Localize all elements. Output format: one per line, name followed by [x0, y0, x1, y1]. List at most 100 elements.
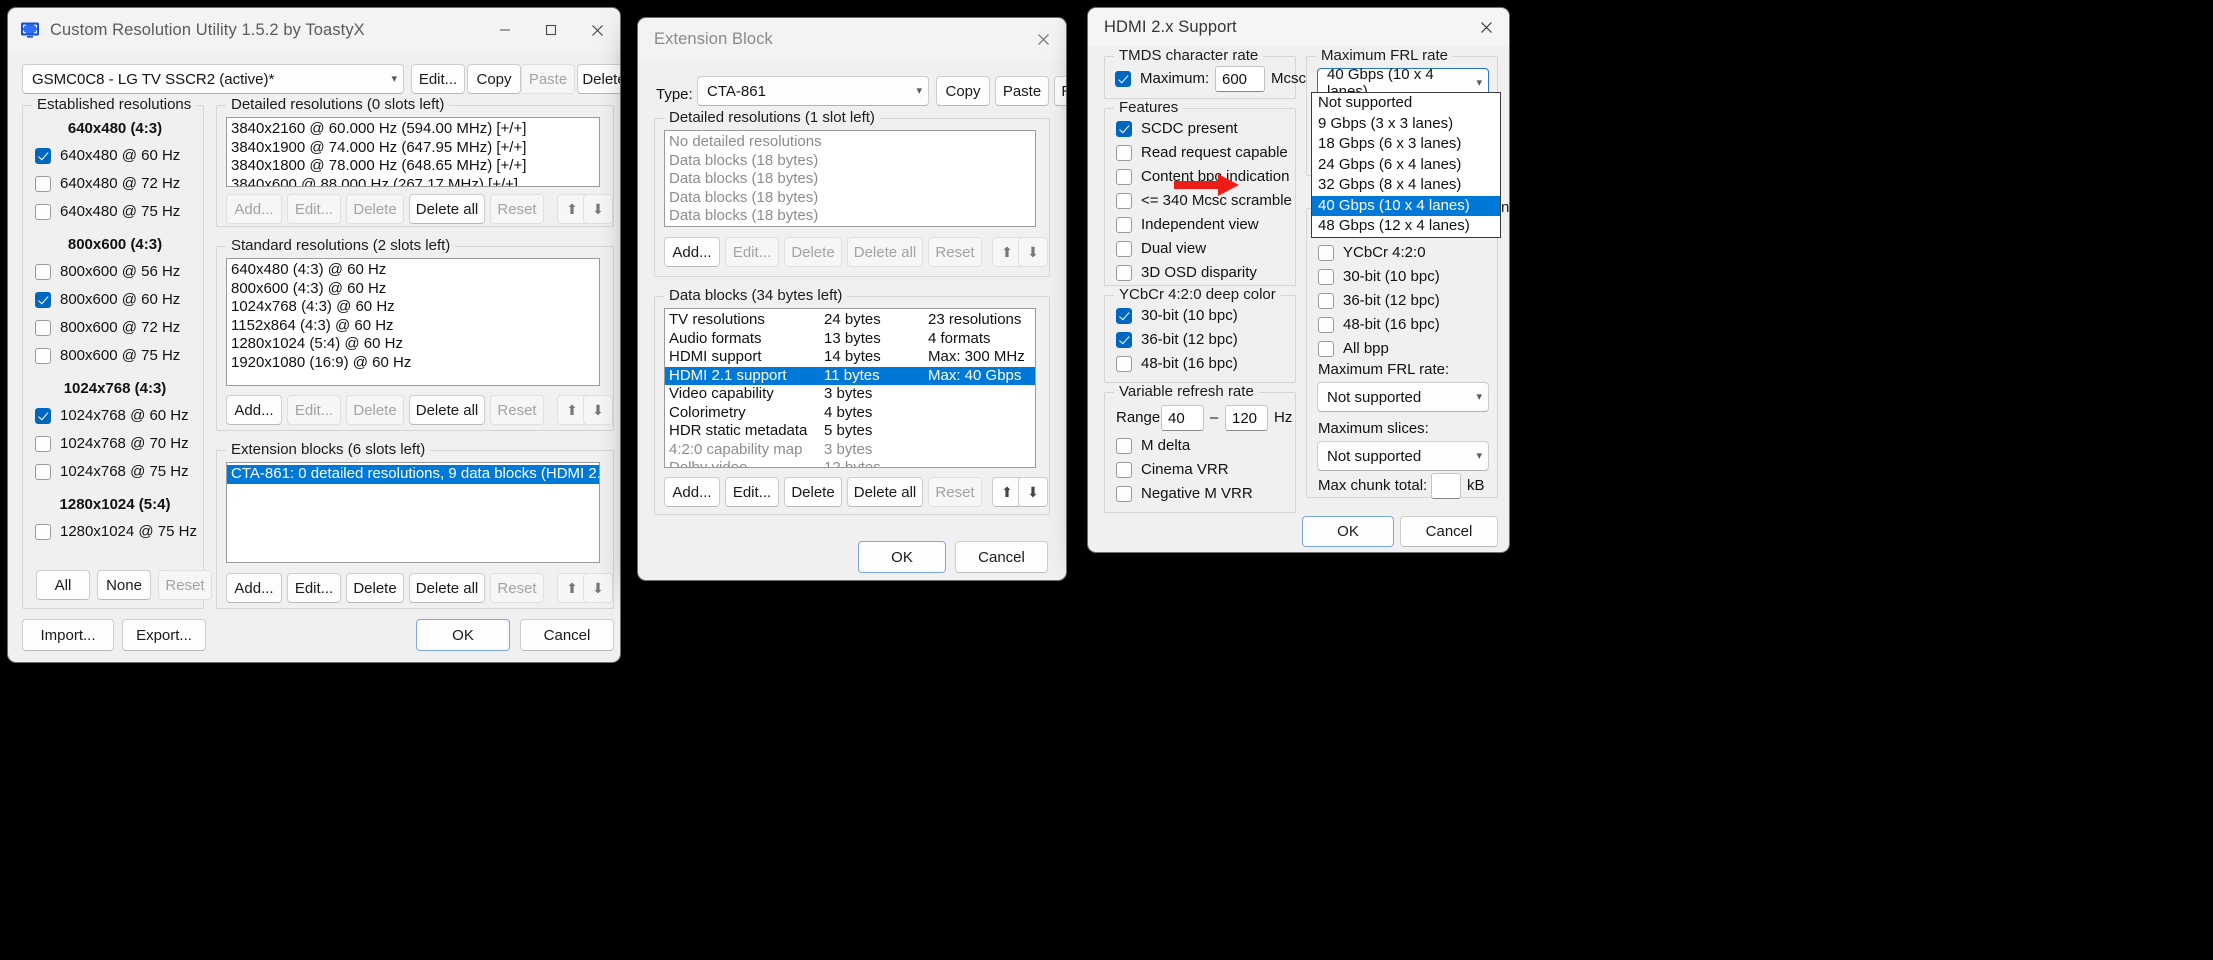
extblock-detailed-row[interactable]: Data blocks (18 bytes) [665, 170, 1035, 189]
frl-dropdown-option[interactable]: 32 Gbps (8 x 4 lanes) [1312, 175, 1500, 196]
datablock-add-button[interactable]: Add... [664, 477, 720, 507]
close-icon[interactable] [574, 8, 620, 52]
datablock-row[interactable]: Colorimetry 4 bytes [665, 404, 1035, 423]
ok-button[interactable]: OK [416, 619, 510, 651]
cru-titlebar[interactable]: Custom Resolution Utility 1.5.2 by Toast… [8, 8, 620, 52]
extblock-detailed-edit-button[interactable]: Edit... [725, 237, 779, 267]
frl-dropdown-option[interactable]: 9 Gbps (3 x 3 lanes) [1312, 114, 1500, 135]
feature-checkbox[interactable]: SCDC present [1116, 120, 1292, 137]
extblock-datablocks-list[interactable]: TV resolutions 24 bytes 23 resolutions Audi… [664, 308, 1036, 468]
datablock-delete-all-button[interactable]: Delete all [847, 477, 923, 507]
close-icon[interactable] [1020, 18, 1066, 60]
datablock-row[interactable]: Audio formats 13 bytes 4 formats [665, 330, 1035, 349]
none-button[interactable]: None [97, 570, 151, 600]
edit-button[interactable]: Edit... [411, 64, 465, 94]
ycbcr-checkbox[interactable]: 30-bit (10 bpc) [1116, 307, 1238, 324]
extension-edit-button[interactable]: Edit... [287, 573, 341, 603]
dsc-checkbox[interactable]: 48-bit (16 bpc) [1318, 316, 1440, 333]
vrr-range-min-input[interactable]: 40 [1161, 405, 1204, 431]
vrr-range-max-input[interactable]: 120 [1225, 405, 1268, 431]
feature-checkbox[interactable]: 3D OSD disparity [1116, 264, 1292, 281]
reset-button[interactable]: Reset [158, 570, 212, 600]
standard-add-button[interactable]: Add... [226, 395, 282, 425]
dsc-checkbox[interactable]: 36-bit (12 bpc) [1318, 292, 1440, 309]
dsc-max-chunk-input[interactable] [1431, 473, 1461, 499]
extblock-paste-button[interactable]: Paste [995, 76, 1049, 106]
frl-dropdown-option[interactable]: 18 Gbps (6 x 3 lanes) [1312, 134, 1500, 155]
established-checkbox[interactable]: 800x600 @ 75 Hz [35, 347, 197, 364]
established-checkbox[interactable]: 640x480 @ 72 Hz [35, 175, 197, 192]
extension-delete-button[interactable]: Delete [346, 573, 404, 603]
datablock-row[interactable]: Video capability 3 bytes [665, 385, 1035, 404]
maximize-icon[interactable] [528, 8, 574, 52]
vrr-checkbox[interactable]: Cinema VRR [1116, 461, 1253, 478]
hdmi-ok-button[interactable]: OK [1302, 516, 1394, 547]
established-checkbox[interactable]: 1024x768 @ 60 Hz [35, 407, 197, 424]
detailed-reset-button[interactable]: Reset [490, 194, 544, 224]
monitor-select[interactable]: GSMC0C8 - LG TV SSCR2 (active)* ▾ [22, 64, 404, 94]
delete-button[interactable]: Delete [577, 64, 620, 94]
extblock-detailed-delete-button[interactable]: Delete [784, 237, 842, 267]
standard-resolution-row[interactable]: 1024x768 (4:3) @ 60 Hz [227, 298, 599, 317]
datablock-delete-button[interactable]: Delete [784, 477, 842, 507]
tmds-maximum-checkbox[interactable]: Maximum: [1115, 70, 1209, 87]
datablock-reset-button[interactable]: Reset [928, 477, 982, 507]
datablock-row[interactable]: HDR static metadata 5 bytes [665, 422, 1035, 441]
datablock-row[interactable]: 4:2:0 capability map 3 bytes [665, 441, 1035, 460]
extblock-detailed-add-button[interactable]: Add... [664, 237, 720, 267]
frl-dropdown-option[interactable]: 40 Gbps (10 x 4 lanes) [1312, 195, 1500, 216]
dsc-max-frl-select[interactable]: Not supported ▾ [1317, 382, 1489, 412]
detailed-delete-all-button[interactable]: Delete all [409, 194, 485, 224]
arrow-down-icon[interactable]: ⬇ [1018, 477, 1048, 507]
arrow-down-icon[interactable]: ⬇ [583, 194, 613, 224]
datablock-row[interactable]: HDMI 2.1 support 11 bytes Max: 40 Gbps [665, 366, 1035, 385]
export-button[interactable]: Export... [122, 619, 206, 651]
extblock-detailed-delete-all-button[interactable]: Delete all [847, 237, 923, 267]
standard-resolution-row[interactable]: 800x600 (4:3) @ 60 Hz [227, 280, 599, 299]
established-checkbox[interactable]: 800x600 @ 72 Hz [35, 319, 197, 336]
standard-reset-button[interactable]: Reset [490, 395, 544, 425]
datablock-edit-button[interactable]: Edit... [725, 477, 779, 507]
copy-button[interactable]: Copy [467, 64, 521, 94]
ycbcr-checkbox[interactable]: 48-bit (16 bpc) [1116, 355, 1238, 372]
extblock-copy-button[interactable]: Copy [936, 76, 990, 106]
tmds-maximum-input[interactable]: 600 [1215, 66, 1265, 92]
extblock-titlebar[interactable]: Extension Block [638, 18, 1066, 60]
minimize-icon[interactable] [482, 8, 528, 52]
detailed-edit-button[interactable]: Edit... [287, 194, 341, 224]
hdmi-cancel-button[interactable]: Cancel [1400, 516, 1498, 547]
hdmi-titlebar[interactable]: HDMI 2.x Support [1088, 8, 1509, 46]
detailed-resolution-row[interactable]: 3840x600 @ 88.000 Hz (267.17 MHz) [+/+] [227, 176, 599, 187]
established-checkbox[interactable]: 1280x1024 @ 75 Hz [35, 523, 197, 540]
detailed-resolution-row[interactable]: 3840x1900 @ 74.000 Hz (647.95 MHz) [+/+] [227, 139, 599, 158]
datablock-row[interactable]: TV resolutions 24 bytes 23 resolutions [665, 311, 1035, 330]
type-select[interactable]: CTA-861 ▾ [697, 76, 929, 106]
frl-dropdown-option[interactable]: 24 Gbps (6 x 4 lanes) [1312, 155, 1500, 176]
standard-resolution-row[interactable]: 1280x1024 (5:4) @ 60 Hz [227, 335, 599, 354]
standard-resolution-row[interactable]: 640x480 (4:3) @ 60 Hz [227, 261, 599, 280]
detailed-resolution-row[interactable]: 3840x2160 @ 60.000 Hz (594.00 MHz) [+/+] [227, 120, 599, 139]
extblock-detailed-row[interactable]: Data blocks (18 bytes) [665, 189, 1035, 208]
frl-dropdown-list[interactable]: Not supported 9 Gbps (3 x 3 lanes) 18 Gbps… [1311, 92, 1501, 238]
extblock-reset-button[interactable]: Reset [1054, 76, 1066, 106]
cancel-button[interactable]: Cancel [520, 619, 614, 651]
dsc-checkbox[interactable]: All bpp [1318, 340, 1440, 357]
established-checkbox[interactable]: 800x600 @ 56 Hz [35, 263, 197, 280]
extblock-cancel-button[interactable]: Cancel [955, 541, 1048, 573]
extblock-detailed-row[interactable]: No detailed resolutions [665, 133, 1035, 152]
extblock-detailed-row[interactable]: Data blocks (2 bytes) [665, 226, 1035, 227]
established-checkbox[interactable]: 1024x768 @ 70 Hz [35, 435, 197, 452]
feature-checkbox[interactable]: Read request capable [1116, 144, 1292, 161]
vrr-checkbox[interactable]: Negative M VRR [1116, 485, 1253, 502]
standard-resolution-row[interactable]: 1152x864 (4:3) @ 60 Hz [227, 317, 599, 336]
frl-dropdown-option[interactable]: 48 Gbps (12 x 4 lanes) [1312, 216, 1500, 237]
standard-delete-button[interactable]: Delete [346, 395, 404, 425]
extension-reset-button[interactable]: Reset [490, 573, 544, 603]
extblock-detailed-row[interactable]: Data blocks (18 bytes) [665, 207, 1035, 226]
established-checkbox[interactable]: 640x480 @ 60 Hz [35, 147, 197, 164]
detailed-resolutions-list[interactable]: 3840x2160 @ 60.000 Hz (594.00 MHz) [+/+]… [226, 117, 600, 187]
arrow-down-icon[interactable]: ⬇ [583, 395, 613, 425]
detailed-add-button[interactable]: Add... [226, 194, 282, 224]
extension-blocks-list[interactable]: CTA-861: 0 detailed resolutions, 9 data … [226, 462, 600, 563]
frl-dropdown-option[interactable]: Not supported [1312, 93, 1500, 114]
